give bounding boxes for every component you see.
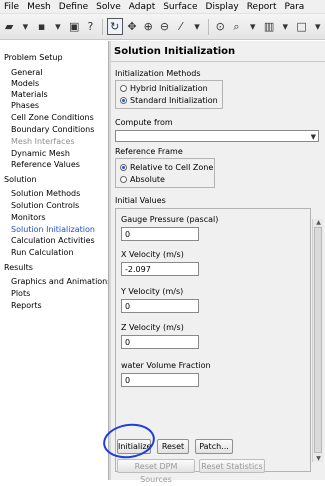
reference-frame-group: Relative to Cell Zone Absolute: [115, 158, 215, 188]
tree-item-mesh-interfaces: Mesh Interfaces: [11, 137, 75, 146]
standard-init-radio[interactable]: [120, 97, 127, 104]
tree-item-materials[interactable]: Materials: [11, 90, 48, 99]
gauge-pressure-input[interactable]: 0: [121, 227, 199, 241]
tree-item-solution-controls[interactable]: Solution Controls: [11, 201, 79, 210]
hybrid-init-label[interactable]: Hybrid Initialization: [130, 84, 208, 93]
standard-init-label[interactable]: Standard Initialization: [130, 96, 218, 105]
tree-item-cell-zone-conditions[interactable]: Cell Zone Conditions: [11, 113, 94, 122]
dropdown-arrow-icon[interactable]: ▾: [190, 19, 204, 34]
absolute-radio[interactable]: [120, 176, 127, 183]
compute-from-label: Compute from: [115, 118, 173, 127]
help-icon[interactable]: ?: [83, 19, 97, 34]
magnify-icon[interactable]: ⌕: [229, 19, 243, 34]
initial-values-label: Initial Values: [115, 196, 166, 205]
relative-cell-zone-radio[interactable]: [120, 164, 127, 171]
tree-item-boundary-conditions[interactable]: Boundary Conditions: [11, 125, 94, 134]
tree-item-run-calculation[interactable]: Run Calculation: [11, 248, 74, 257]
relative-cell-zone-label[interactable]: Relative to Cell Zone: [130, 163, 213, 172]
menu-display[interactable]: Display: [202, 2, 243, 12]
dropdown-arrow-icon[interactable]: ▾: [246, 19, 260, 34]
probe-icon[interactable]: ⁄: [174, 19, 188, 34]
tree-item-reports[interactable]: Reports: [11, 301, 42, 310]
water-volume-fraction-label: water Volume Fraction: [121, 361, 211, 370]
rotate-view-icon[interactable]: ↻: [106, 18, 123, 35]
dropdown-arrow-icon[interactable]: ▾: [18, 19, 32, 34]
tree-item-reference-values[interactable]: Reference Values: [11, 160, 80, 169]
title-divider: [111, 61, 325, 62]
tree-item-models[interactable]: Models: [11, 79, 39, 88]
compute-from-select[interactable]: ▼: [115, 130, 319, 142]
zoom-out-icon[interactable]: ⊖: [157, 19, 171, 34]
scroll-down-icon[interactable]: ▼: [313, 455, 324, 462]
dropdown-arrow-icon[interactable]: ▾: [278, 19, 292, 34]
y-velocity-input[interactable]: 0: [121, 299, 199, 313]
scroll-up-icon[interactable]: ▲: [313, 219, 324, 226]
water-volume-fraction-input[interactable]: 0: [121, 373, 199, 387]
menu-parallel[interactable]: Para: [281, 2, 309, 12]
absolute-label[interactable]: Absolute: [130, 175, 165, 184]
menu-adapt[interactable]: Adapt: [125, 2, 159, 12]
tree-item-plots[interactable]: Plots: [11, 289, 30, 298]
zoom-in-icon[interactable]: ⊕: [141, 19, 155, 34]
menu-mesh[interactable]: Mesh: [23, 2, 55, 12]
x-velocity-input[interactable]: -2.097: [121, 262, 199, 276]
toolbar-separator: [208, 18, 210, 35]
tree-item-graphics-and-animations[interactable]: Graphics and Animations: [11, 277, 111, 286]
panel-title: Solution Initialization: [114, 46, 236, 57]
menu-report[interactable]: Report: [243, 2, 281, 12]
scrollbar-thumb[interactable]: [314, 227, 322, 453]
y-velocity-label: Y Velocity (m/s): [121, 287, 184, 296]
x-velocity-label: X Velocity (m/s): [121, 250, 184, 259]
menu-surface[interactable]: Surface: [159, 2, 201, 12]
z-velocity-label: Z Velocity (m/s): [121, 323, 184, 332]
tree-item-monitors[interactable]: Monitors: [11, 213, 46, 222]
tree-item-general[interactable]: General: [11, 68, 43, 77]
solution-initialization-panel: Solution Initialization Initialization M…: [111, 41, 325, 484]
init-methods-group: Hybrid Initialization Standard Initializ…: [115, 80, 223, 109]
tree-group-solution[interactable]: Solution: [4, 175, 37, 184]
save-icon[interactable]: ▪: [35, 19, 49, 34]
dropdown-arrow-icon[interactable]: ▾: [311, 19, 325, 34]
panel-scrollbar[interactable]: ▲ ▼: [312, 219, 323, 462]
navigation-tree: Problem Setup General Models Materials P…: [0, 41, 111, 480]
menu-bar: File Mesh Define Solve Adapt Surface Dis…: [0, 0, 325, 14]
toolbar-separator: [101, 18, 103, 35]
open-folder-icon[interactable]: ▰: [2, 19, 16, 34]
image-icon[interactable]: ▣: [67, 19, 81, 34]
reset-statistics-button: Reset Statistics: [199, 459, 265, 473]
menu-solve[interactable]: Solve: [92, 2, 125, 12]
hybrid-init-radio[interactable]: [120, 85, 127, 92]
tree-item-solution-methods[interactable]: Solution Methods: [11, 189, 80, 198]
menu-define[interactable]: Define: [55, 2, 92, 12]
reset-button[interactable]: Reset: [157, 439, 189, 454]
layout-icon[interactable]: ▥: [262, 19, 276, 34]
tree-item-calculation-activities[interactable]: Calculation Activities: [11, 236, 95, 245]
gauge-pressure-label: Gauge Pressure (pascal): [121, 215, 219, 224]
chevron-down-icon[interactable]: ▼: [311, 133, 316, 141]
window-icon[interactable]: □: [294, 19, 308, 34]
reset-dpm-sources-button: Reset DPM Sources: [117, 459, 195, 484]
toolbar: ▰ ▾ ▪ ▾ ▣ ? ↻ ✥ ⊕ ⊖ ⁄ ▾ ⊙ ⌕ ▾ ▥ ▾ □ ▾: [0, 14, 325, 40]
reference-frame-label: Reference Frame: [115, 147, 183, 156]
pan-icon[interactable]: ✥: [125, 19, 139, 34]
dropdown-arrow-icon[interactable]: ▾: [51, 19, 65, 34]
tree-group-problem-setup[interactable]: Problem Setup: [4, 53, 63, 62]
tree-item-dynamic-mesh[interactable]: Dynamic Mesh: [11, 149, 70, 158]
init-methods-label: Initialization Methods: [115, 69, 201, 78]
patch-button[interactable]: Patch...: [195, 439, 233, 454]
tree-item-phases[interactable]: Phases: [11, 101, 39, 110]
zoom-fit-icon[interactable]: ⊙: [213, 19, 227, 34]
menu-file[interactable]: File: [0, 2, 23, 12]
tree-item-solution-initialization[interactable]: Solution Initialization: [11, 225, 95, 234]
tree-group-results[interactable]: Results: [4, 263, 33, 272]
z-velocity-input[interactable]: 0: [121, 335, 199, 349]
